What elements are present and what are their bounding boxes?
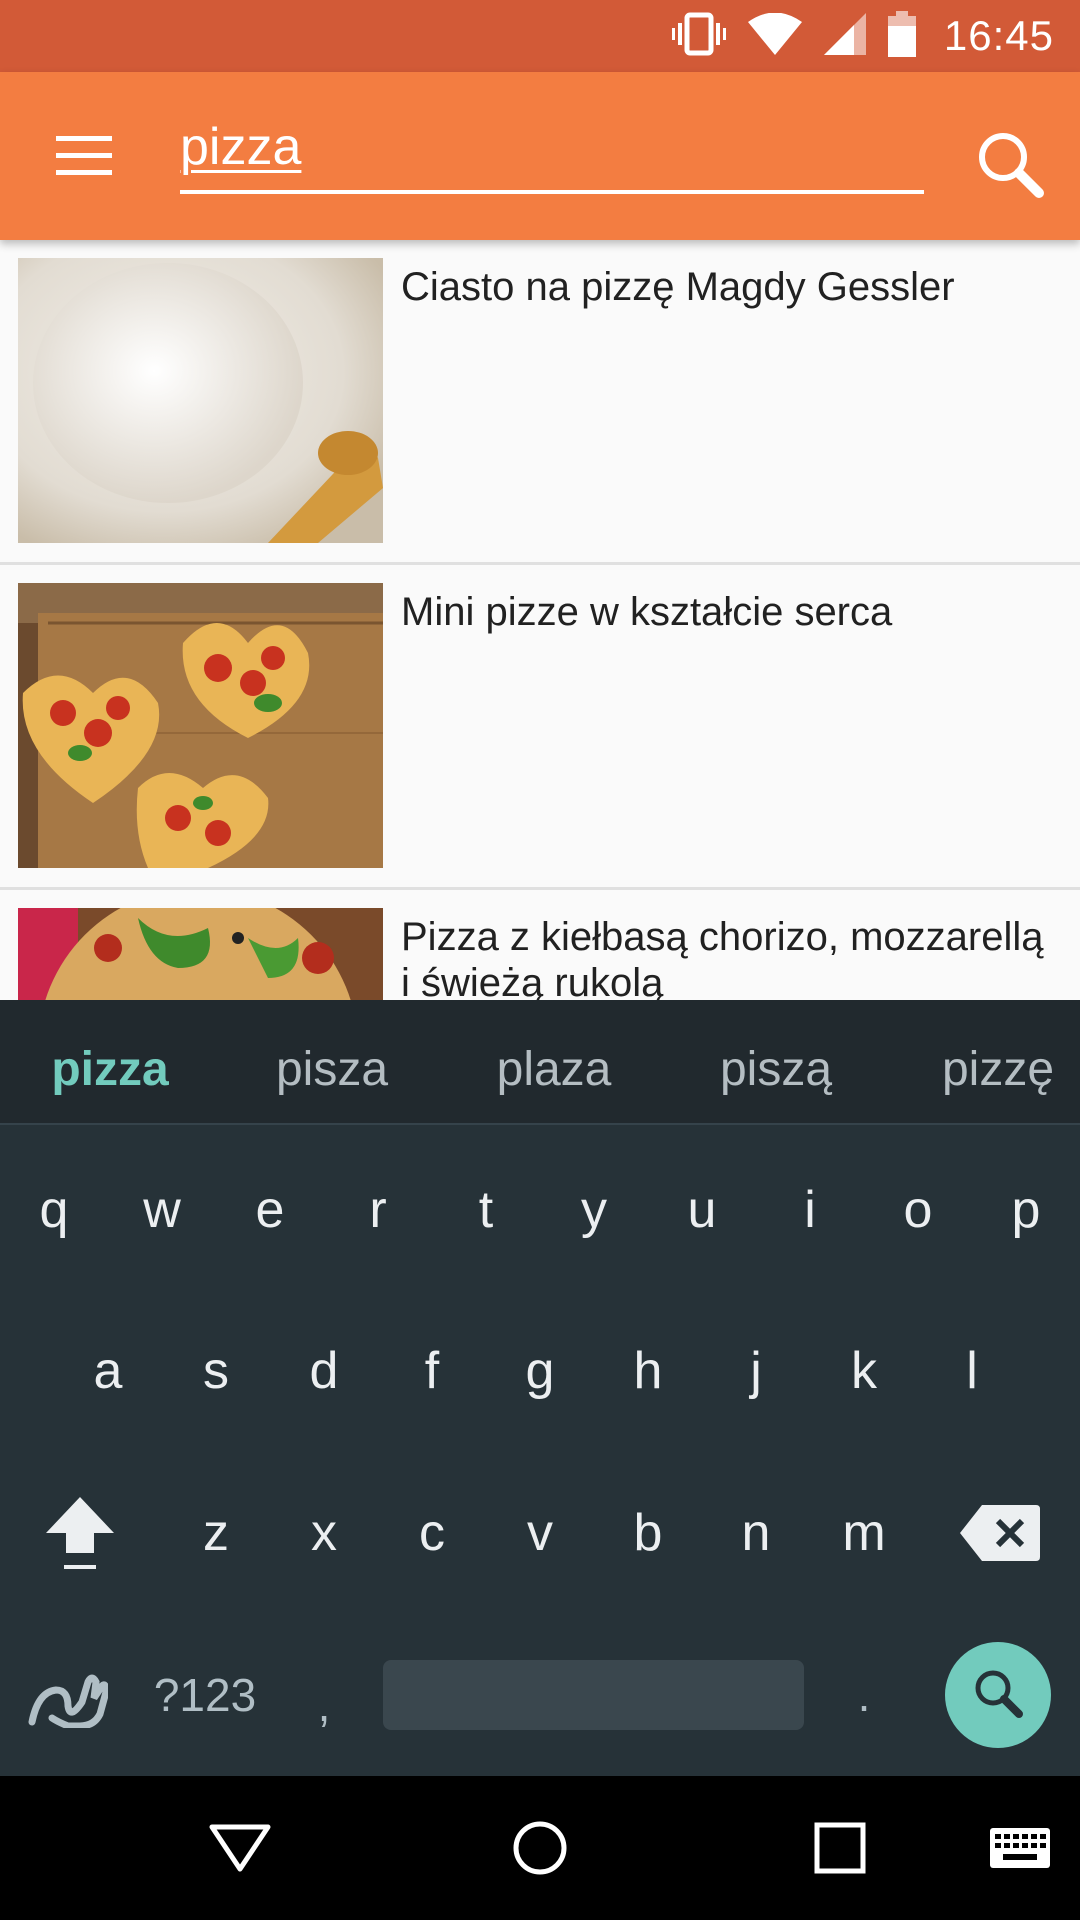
key-c[interactable]: c [382, 1468, 482, 1598]
key-g[interactable]: g [490, 1306, 590, 1436]
hamburger-menu-icon[interactable] [40, 112, 128, 200]
keyboard-search-button[interactable] [945, 1642, 1051, 1748]
recents-icon[interactable] [800, 1808, 880, 1888]
navigation-bar [0, 1776, 1080, 1920]
backspace-key[interactable] [950, 1468, 1050, 1598]
suggestion-item[interactable]: pizzę [908, 1000, 1080, 1125]
keyboard-switch-icon[interactable] [980, 1808, 1060, 1888]
results-list: Ciasto na pizzę Magdy Gessler Mini pizze… [0, 240, 1080, 1000]
key-n[interactable]: n [706, 1468, 806, 1598]
app-bar: pizza [0, 72, 1080, 240]
key-x[interactable]: x [274, 1468, 374, 1598]
key-j[interactable]: j [706, 1306, 806, 1436]
key-z[interactable]: z [166, 1468, 266, 1598]
key-s[interactable]: s [166, 1306, 266, 1436]
search-input[interactable]: pizza [180, 112, 924, 194]
search-icon[interactable] [960, 114, 1060, 214]
chorizo-pizza-photo [18, 908, 383, 1000]
list-item[interactable]: Pizza z kiełbasą chorizo, mozzarellą i ś… [0, 890, 1080, 1000]
suggestion-item[interactable]: pizza [20, 1000, 200, 1125]
key-r[interactable]: r [328, 1145, 428, 1275]
space-key[interactable] [383, 1660, 804, 1730]
cell-signal-icon [823, 12, 866, 60]
battery-icon [887, 10, 916, 62]
key-q[interactable]: q [4, 1145, 104, 1275]
shift-key[interactable] [30, 1468, 130, 1598]
key-a[interactable]: a [58, 1306, 158, 1436]
key-y[interactable]: y [544, 1145, 644, 1275]
vibrate-icon [671, 11, 726, 62]
key-l[interactable]: l [922, 1306, 1022, 1436]
result-title: Pizza z kiełbasą chorizo, mozzarellą i ś… [401, 915, 1044, 1000]
suggestion-item[interactable]: piszą [686, 1000, 866, 1125]
dough-photo [18, 258, 383, 543]
list-item[interactable]: Ciasto na pizzę Magdy Gessler [0, 240, 1080, 565]
key-p[interactable]: p [976, 1145, 1076, 1275]
home-icon[interactable] [500, 1808, 580, 1888]
result-title: Ciasto na pizzę Magdy Gessler [401, 265, 955, 309]
key-b[interactable]: b [598, 1468, 698, 1598]
suggestion-item[interactable]: plaza [464, 1000, 644, 1125]
status-bar: 16:45 [0, 0, 1080, 72]
key-u[interactable]: u [652, 1145, 752, 1275]
key-h[interactable]: h [598, 1306, 698, 1436]
heart-pizzas-photo [18, 583, 383, 868]
suggestion-item[interactable]: pisza [242, 1000, 422, 1125]
key-m[interactable]: m [814, 1468, 914, 1598]
wifi-icon [747, 12, 802, 60]
period-key[interactable]: . [814, 1630, 914, 1760]
result-title: Mini pizze w kształcie serca [401, 590, 893, 634]
comma-key[interactable]: , [274, 1640, 374, 1770]
suggestion-strip: pizza pisza plaza piszą pizzę [0, 1000, 1080, 1125]
key-w[interactable]: w [112, 1145, 212, 1275]
key-k[interactable]: k [814, 1306, 914, 1436]
status-time: 16:45 [943, 12, 1054, 59]
key-v[interactable]: v [490, 1468, 590, 1598]
search-icon [971, 1666, 1025, 1725]
key-f[interactable]: f [382, 1306, 482, 1436]
key-i[interactable]: i [760, 1145, 860, 1275]
symbols-key[interactable]: ?123 [140, 1630, 270, 1760]
key-d[interactable]: d [274, 1306, 374, 1436]
gesture-typing-icon[interactable] [18, 1630, 118, 1760]
soft-keyboard: pizza pisza plaza piszą pizzę q w e r t … [0, 1000, 1080, 1776]
key-e[interactable]: e [220, 1145, 320, 1275]
list-item[interactable]: Mini pizze w kształcie serca [0, 565, 1080, 890]
key-o[interactable]: o [868, 1145, 968, 1275]
back-icon[interactable] [200, 1808, 280, 1888]
key-t[interactable]: t [436, 1145, 536, 1275]
